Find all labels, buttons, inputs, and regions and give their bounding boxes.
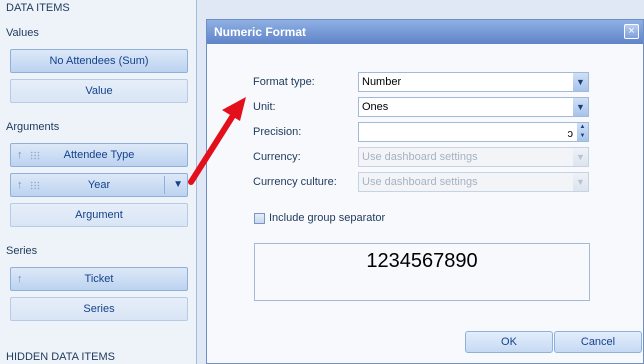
drag-grip-icon[interactable] bbox=[30, 181, 40, 190]
dropdown-arrow-icon[interactable]: ▼ bbox=[573, 98, 588, 116]
group-separator-checkbox[interactable] bbox=[254, 213, 265, 224]
text-caret: ɔ bbox=[567, 128, 574, 140]
currency-culture-value: Use dashboard settings bbox=[362, 176, 478, 188]
cancel-button[interactable]: Cancel bbox=[554, 331, 642, 353]
argument-item-attendee-type[interactable]: ↑ Attendee Type bbox=[10, 143, 188, 167]
hidden-data-items-header: HIDDEN DATA ITEMS bbox=[6, 351, 115, 363]
drag-grip-icon[interactable] bbox=[30, 151, 40, 160]
unit-label: Unit: bbox=[253, 101, 276, 113]
argument-placeholder[interactable]: Argument bbox=[10, 203, 188, 227]
currency-label: Currency: bbox=[253, 151, 301, 163]
argument-item-year[interactable]: ↑ Year ▼ bbox=[10, 173, 188, 197]
chevron-down-icon[interactable]: ▼ bbox=[173, 174, 183, 196]
value-placeholder[interactable]: Value bbox=[10, 79, 188, 103]
series-placeholder-label: Series bbox=[83, 303, 115, 315]
argument-item-label: Attendee Type bbox=[63, 149, 135, 161]
value-item-label: No Attendees (Sum) bbox=[49, 55, 149, 67]
currency-value: Use dashboard settings bbox=[362, 151, 478, 163]
currency-select[interactable]: Use dashboard settings ▼ bbox=[358, 147, 589, 167]
group-separator-label[interactable]: Include group separator bbox=[269, 212, 385, 224]
series-section-title: Series bbox=[6, 245, 38, 257]
move-up-icon: ↑ bbox=[17, 179, 23, 191]
series-item-ticket[interactable]: ↑ Ticket bbox=[10, 267, 188, 291]
currency-culture-label: Currency culture: bbox=[253, 176, 337, 188]
data-items-panel: DATA ITEMS Values No Attendees (Sum) Val… bbox=[0, 0, 197, 364]
precision-spin-editor[interactable]: ɔ ▲ ▼ bbox=[358, 122, 589, 142]
argument-placeholder-label: Argument bbox=[75, 209, 123, 221]
numeric-format-dialog: Numeric Format × Format type: Number ▼ U… bbox=[206, 19, 644, 364]
unit-select[interactable]: Ones ▼ bbox=[358, 97, 589, 117]
move-up-icon: ↑ bbox=[17, 149, 23, 161]
format-preview-box: 1234567890 bbox=[254, 243, 590, 301]
format-type-value: Number bbox=[362, 76, 402, 88]
dialog-title-bar[interactable]: Numeric Format × bbox=[207, 20, 643, 44]
dropdown-arrow-icon[interactable]: ▼ bbox=[573, 148, 588, 166]
format-type-label: Format type: bbox=[253, 76, 315, 88]
format-preview-value: 1234567890 bbox=[366, 250, 478, 272]
value-placeholder-label: Value bbox=[85, 85, 113, 97]
precision-label: Precision: bbox=[253, 126, 302, 138]
ok-button[interactable]: OK bbox=[465, 331, 553, 353]
currency-culture-select[interactable]: Use dashboard settings ▼ bbox=[358, 172, 589, 192]
arguments-section-title: Arguments bbox=[6, 121, 60, 133]
spin-icon[interactable]: ▲ ▼ bbox=[577, 123, 588, 141]
series-placeholder[interactable]: Series bbox=[10, 297, 188, 321]
move-up-icon: ↑ bbox=[17, 273, 23, 285]
series-item-label: Ticket bbox=[84, 273, 114, 285]
value-item-no-attendees[interactable]: No Attendees (Sum) bbox=[10, 49, 188, 73]
dropdown-arrow-icon[interactable]: ▼ bbox=[573, 173, 588, 191]
divider bbox=[164, 176, 165, 194]
unit-value: Ones bbox=[362, 101, 389, 113]
close-icon[interactable]: × bbox=[624, 24, 639, 39]
argument-item-label: Year bbox=[87, 179, 111, 191]
dropdown-arrow-icon[interactable]: ▼ bbox=[573, 73, 588, 91]
data-items-header: DATA ITEMS bbox=[6, 2, 70, 14]
values-section-title: Values bbox=[6, 27, 39, 39]
format-type-select[interactable]: Number ▼ bbox=[358, 72, 589, 92]
dialog-title: Numeric Format bbox=[214, 25, 307, 39]
